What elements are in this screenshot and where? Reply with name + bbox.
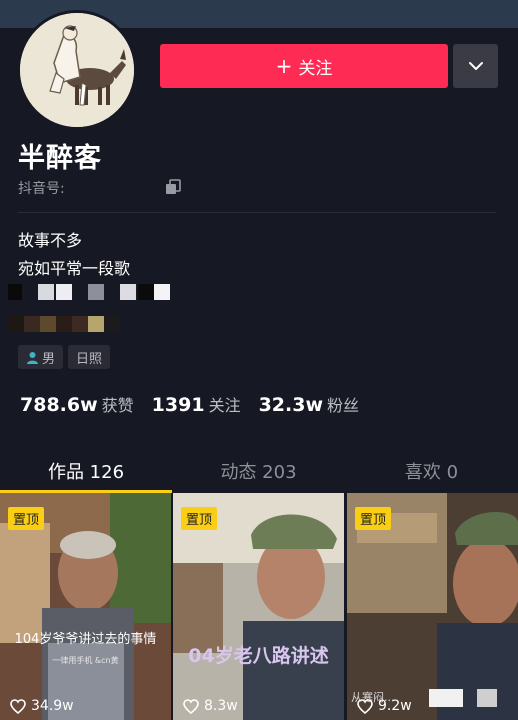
tab-moments[interactable]: 动态 203: [172, 450, 345, 492]
stat-label: 粉丝: [327, 396, 360, 415]
douyin-id-label: 抖音号:: [18, 181, 65, 197]
gender-tag: 男: [18, 345, 64, 369]
stat-value: 32.3w: [258, 394, 324, 416]
redacted-content: [477, 689, 497, 707]
follow-button[interactable]: + 关注: [160, 44, 448, 88]
pinned-badge: 置顶: [355, 507, 392, 530]
pinned-badge: 置顶: [8, 507, 45, 530]
gender-label: 男: [42, 351, 56, 367]
bio-line: 故事不多: [18, 231, 83, 250]
stat-label: 获赞: [101, 396, 134, 415]
video-likes: 9.2w: [357, 698, 412, 714]
video-grid: 置顶 104岁爷爷讲过去的事情 一律用手机 &cn黄 34.9w 置顶 04岁老…: [0, 493, 518, 720]
tab-works[interactable]: 作品 126: [0, 450, 172, 492]
avatar[interactable]: [17, 10, 137, 130]
followers-stat[interactable]: 32.3w 粉丝: [259, 392, 359, 416]
video-subcaption: 一律用手机 &cn黄: [52, 656, 119, 665]
likes-count: 34.9w: [31, 698, 74, 714]
plus-icon: +: [275, 54, 293, 78]
likes-count: 9.2w: [378, 698, 412, 714]
heart-icon: [10, 698, 26, 714]
male-icon: [27, 351, 38, 364]
copy-icon[interactable]: [164, 178, 182, 196]
redacted-content: [429, 689, 463, 707]
video-caption: 104岁爷爷讲过去的事情: [14, 632, 157, 647]
stat-label: 关注: [208, 396, 241, 415]
profile-stats: 788.6w 获赞 1391 关注 32.3w 粉丝: [20, 392, 377, 416]
heart-icon: [357, 698, 373, 714]
video-likes: 8.3w: [183, 698, 238, 714]
video-thumbnail[interactable]: 置顶 04岁老八路讲述 8.3w: [173, 493, 344, 720]
heart-icon: [183, 698, 199, 714]
pinned-badge: 置顶: [181, 507, 218, 530]
video-thumbnail[interactable]: 置顶 从寒闷... 9.2w: [347, 493, 518, 720]
likes-stat: 788.6w 获赞: [20, 392, 134, 416]
video-likes: 34.9w: [10, 698, 74, 714]
location-tag: 日照: [68, 345, 111, 369]
likes-count: 8.3w: [204, 698, 238, 714]
tab-likes[interactable]: 喜欢 0: [345, 450, 518, 492]
stat-value: 788.6w: [20, 394, 98, 416]
video-caption: 04岁老八路讲述: [188, 645, 329, 667]
profile-tabs: 作品 126 动态 203 喜欢 0: [0, 450, 518, 492]
stat-value: 1391: [151, 394, 205, 416]
divider: [18, 212, 496, 213]
bio-line: 宛如平常一段歌: [18, 259, 131, 278]
follow-label: 关注: [298, 58, 333, 79]
video-thumbnail[interactable]: 置顶 104岁爷爷讲过去的事情 一律用手机 &cn黄 34.9w: [0, 493, 171, 720]
location-label: 日照: [76, 351, 103, 367]
profile-nickname: 半醉客: [18, 143, 102, 174]
avatar-illustration: [20, 13, 134, 127]
chevron-down-icon: [468, 62, 483, 70]
following-stat[interactable]: 1391 关注: [152, 392, 241, 416]
more-options-button[interactable]: [453, 44, 498, 88]
